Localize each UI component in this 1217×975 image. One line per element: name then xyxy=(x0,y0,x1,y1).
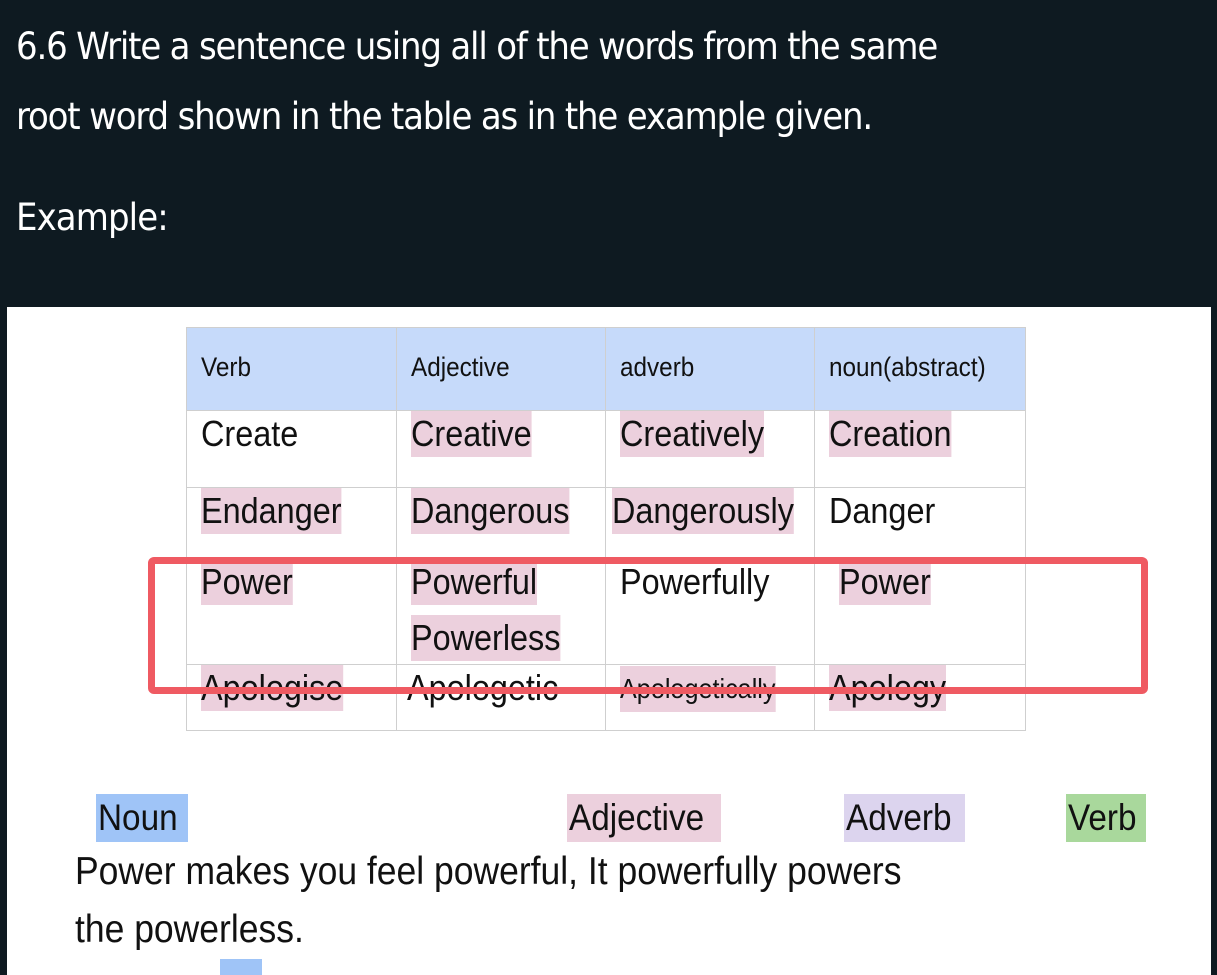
cell-adjective: Apologetic xyxy=(396,664,606,731)
question-text: 6.6 Write a sentence using all of the wo… xyxy=(16,12,1212,152)
noun-tag-cropped xyxy=(220,959,262,975)
table-header-row: Verb Adjective adverb noun(abstract) xyxy=(186,327,1027,411)
cell-adverb: Dangerously xyxy=(604,487,816,559)
sentence-line-2: the powerless. xyxy=(75,908,304,951)
example-sentence: Power makes you feel powerful, It powerf… xyxy=(75,843,1215,959)
cell-adverb: Powerfully xyxy=(604,558,816,665)
cell-verb: Create xyxy=(186,410,397,488)
cell-noun: Power xyxy=(814,558,1027,665)
cell-noun: Apology xyxy=(814,664,1027,731)
cell-adjective: Creative xyxy=(396,410,606,488)
cell-adjective: Powerful Powerless xyxy=(396,558,606,665)
example-label: Example: xyxy=(16,196,169,239)
header-verb: Verb xyxy=(186,327,397,411)
table-row: Create Creative Creatively Creation xyxy=(186,410,1027,488)
cell-verb: Endanger xyxy=(186,487,397,559)
table-row: Apologise Apologetic Apologetically Apol… xyxy=(186,664,1027,731)
legend-noun: Noun xyxy=(96,794,189,842)
question-line-2: root word shown in the table as in the e… xyxy=(16,95,873,138)
header-noun: noun(abstract) xyxy=(814,327,1027,411)
header-adjective: Adjective xyxy=(396,327,606,411)
cell-verb: Apologise xyxy=(186,664,397,731)
cell-adjective: Dangerous xyxy=(396,487,606,559)
legend-adjective: Adjective xyxy=(567,794,722,842)
cell-noun: Danger xyxy=(814,487,1027,559)
word-forms-table: Verb Adjective adverb noun(abstract) Cre… xyxy=(186,327,1027,731)
cell-verb: Power xyxy=(186,558,397,665)
cell-adverb: Creatively xyxy=(604,410,816,488)
table-row: Power Powerful Powerless Powerfully Powe… xyxy=(186,558,1027,665)
header-adverb: adverb xyxy=(604,327,816,411)
example-image: Verb Adjective adverb noun(abstract) Cre… xyxy=(7,307,1211,975)
question-line-1: 6.6 Write a sentence using all of the wo… xyxy=(16,25,938,68)
cell-adverb: Apologetically xyxy=(604,664,816,731)
legend-adverb: Adverb xyxy=(844,794,966,842)
sentence-line-1: Power makes you feel powerful, It powerf… xyxy=(75,850,902,893)
table-row: Endanger Dangerous Dangerously Danger xyxy=(186,487,1027,559)
cell-noun: Creation xyxy=(814,410,1027,488)
legend-verb: Verb xyxy=(1066,794,1147,842)
